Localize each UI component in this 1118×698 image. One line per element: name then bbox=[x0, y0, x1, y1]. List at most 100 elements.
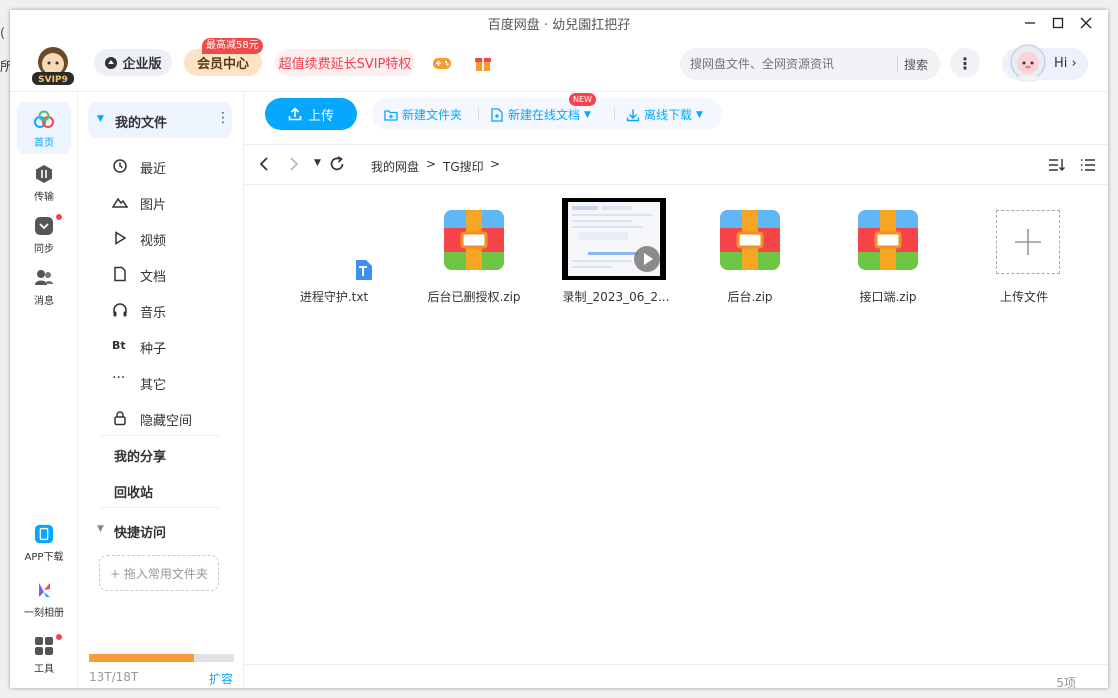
file-item[interactable]: 后台已删授权.zip bbox=[414, 198, 534, 308]
expand-storage-link[interactable]: 扩容 bbox=[209, 670, 233, 687]
gift-button[interactable] bbox=[473, 53, 493, 73]
phone-app-icon bbox=[34, 524, 54, 544]
tools-grid-icon bbox=[35, 637, 53, 655]
top-header: SVIP9 企业版 会员中心 最高减58元 超值续费延长SVIP特权 搜网盘文件… bbox=[10, 36, 1108, 92]
my-files-more-icon[interactable]: ⋮ bbox=[216, 110, 230, 126]
drop-folder-zone[interactable]: + 拖入常用文件夹 bbox=[99, 555, 219, 591]
new-doc-icon bbox=[491, 107, 503, 122]
new-online-doc-label: 新建在线文档 bbox=[508, 108, 581, 122]
plus-icon bbox=[1015, 229, 1041, 255]
sidebar-item-music[interactable]: 音乐 bbox=[88, 292, 232, 328]
upload-drop-area[interactable] bbox=[996, 210, 1060, 274]
rail-item-sync[interactable]: 同步 bbox=[17, 208, 71, 260]
background-fragment-top: ( bbox=[0, 26, 6, 41]
bt-torrent-icon: Bt bbox=[112, 339, 126, 352]
sidebar-label-others: 其它 bbox=[140, 378, 167, 393]
new-badge: NEW bbox=[569, 93, 596, 106]
title-bar: 百度网盘 · 幼兒園扛把孖 bbox=[10, 10, 1108, 36]
toolbar-separator bbox=[478, 108, 479, 121]
more-menu-button[interactable]: ⋮ bbox=[950, 48, 980, 78]
storage-quota-fill bbox=[89, 654, 194, 662]
maximize-button[interactable] bbox=[1046, 12, 1070, 34]
rail-label-transfer: 传输 bbox=[34, 192, 54, 203]
search-button[interactable]: 搜索 bbox=[904, 56, 928, 73]
new-online-doc-button[interactable]: 新建在线文档 ▼ bbox=[490, 106, 591, 123]
svip-promo-button[interactable]: 超值续费延长SVIP特权 bbox=[275, 49, 415, 76]
history-dropdown-icon[interactable]: ▼ bbox=[314, 158, 321, 168]
refresh-icon bbox=[330, 156, 344, 171]
enterprise-icon bbox=[105, 56, 118, 69]
sidebar-label-torrents: 种子 bbox=[140, 342, 167, 357]
rail-item-moment-album[interactable]: 一刻相册 bbox=[17, 572, 71, 624]
quick-access-header[interactable]: ▼ 快捷访问 bbox=[88, 512, 232, 548]
breadcrumb-root[interactable]: 我的网盘 bbox=[371, 158, 419, 175]
upload-label: 上传 bbox=[307, 108, 334, 124]
rail-item-home[interactable]: 首页 bbox=[17, 102, 71, 154]
close-button[interactable] bbox=[1074, 12, 1098, 34]
sidebar-item-recent[interactable]: 最近 bbox=[88, 148, 232, 184]
rail-label-moment-album: 一刻相册 bbox=[24, 608, 64, 619]
search-separator bbox=[897, 56, 898, 72]
sync-icon bbox=[35, 217, 53, 235]
rail-item-tools[interactable]: 工具 bbox=[17, 628, 71, 680]
sidebar-item-documents[interactable]: 文档 bbox=[88, 256, 232, 292]
sidebar-item-videos[interactable]: 视频 bbox=[88, 220, 232, 256]
sidebar-item-recycle-bin[interactable]: 回收站 bbox=[88, 472, 232, 508]
sidebar-item-torrents[interactable]: Bt 种子 bbox=[88, 328, 232, 364]
file-item[interactable]: 接口端.zip bbox=[828, 198, 948, 308]
offline-download-button[interactable]: 离线下载 ▼ bbox=[626, 106, 703, 123]
upload-button[interactable]: 上传 bbox=[265, 98, 357, 130]
download-icon bbox=[626, 109, 640, 121]
sidebar-item-hidden-space[interactable]: 隐藏空间 bbox=[88, 400, 232, 436]
rail-label-home: 首页 bbox=[34, 138, 54, 149]
storage-quota-bar bbox=[89, 654, 234, 662]
file-item[interactable]: 后台.zip bbox=[690, 198, 810, 308]
avatar[interactable] bbox=[1006, 40, 1050, 84]
quick-access-triangle-icon: ▼ bbox=[97, 524, 104, 534]
file-item[interactable]: 录制_2023_06_2... bbox=[556, 198, 676, 308]
new-folder-button[interactable]: 新建文件夹 bbox=[384, 106, 462, 123]
chevron-right-icon bbox=[290, 157, 299, 171]
game-button[interactable] bbox=[432, 53, 452, 73]
headphones-icon bbox=[113, 303, 127, 317]
storage-quota-text: 13T/18T bbox=[89, 670, 139, 684]
sidebar-label-documents: 文档 bbox=[140, 270, 167, 285]
new-folder-icon bbox=[384, 109, 398, 121]
forward-button[interactable] bbox=[288, 156, 300, 176]
search-input[interactable] bbox=[690, 54, 890, 74]
sort-button[interactable] bbox=[1048, 157, 1066, 177]
file-item[interactable]: 进程守护.txt bbox=[274, 198, 394, 308]
upload-file-tile[interactable]: 上传文件 bbox=[964, 198, 1084, 308]
new-folder-label: 新建文件夹 bbox=[402, 108, 463, 122]
sidebar-label-recycle-bin: 回收站 bbox=[114, 486, 154, 501]
my-files-header[interactable]: ▼ 我的文件 ⋮ bbox=[88, 102, 232, 138]
offline-download-dropdown-icon: ▼ bbox=[696, 109, 703, 120]
rail-item-messages[interactable]: 消息 bbox=[17, 260, 71, 312]
play-overlay bbox=[634, 246, 660, 272]
rail-label-sync: 同步 bbox=[34, 244, 54, 255]
status-divider bbox=[244, 664, 1108, 665]
rail-item-app-download[interactable]: APP下载 bbox=[17, 516, 71, 568]
clock-icon bbox=[113, 159, 127, 173]
rail-item-transfer[interactable]: 传输 bbox=[17, 156, 71, 208]
sidebar-label-my-share: 我的分享 bbox=[114, 450, 167, 465]
rail-label-messages: 消息 bbox=[34, 296, 54, 307]
breadcrumb-current[interactable]: TG搜印 bbox=[443, 158, 484, 175]
document-icon bbox=[114, 266, 126, 282]
astronaut-avatar-icon bbox=[1010, 44, 1046, 82]
sidebar-item-images[interactable]: 图片 bbox=[88, 184, 232, 220]
svip-logo[interactable]: SVIP9 bbox=[28, 42, 78, 88]
refresh-button[interactable] bbox=[330, 156, 345, 176]
back-button[interactable] bbox=[258, 156, 270, 176]
enterprise-button[interactable]: 企业版 bbox=[94, 49, 172, 76]
list-view-button[interactable] bbox=[1080, 157, 1096, 177]
home-cloud-icon bbox=[34, 110, 54, 128]
sidebar-item-others[interactable]: ··· 其它 bbox=[88, 364, 232, 400]
sidebar-item-my-share[interactable]: 我的分享 bbox=[88, 436, 232, 472]
main-content: 上传 新建文件夹 新建在线文档 ▼ 离线下载 ▼ NEW ▼ 我的网盘 > TG… bbox=[244, 92, 1108, 688]
minimize-button[interactable] bbox=[1018, 12, 1042, 34]
zip-archive-icon bbox=[444, 210, 504, 270]
file-name: 录制_2023_06_2... bbox=[562, 290, 670, 304]
sidebar: ▼ 我的文件 ⋮ 最近 图片 视频 文档 音乐 Bt 种子 ··· 其它 隐藏空… bbox=[78, 92, 244, 688]
sync-notification-dot bbox=[56, 214, 62, 220]
